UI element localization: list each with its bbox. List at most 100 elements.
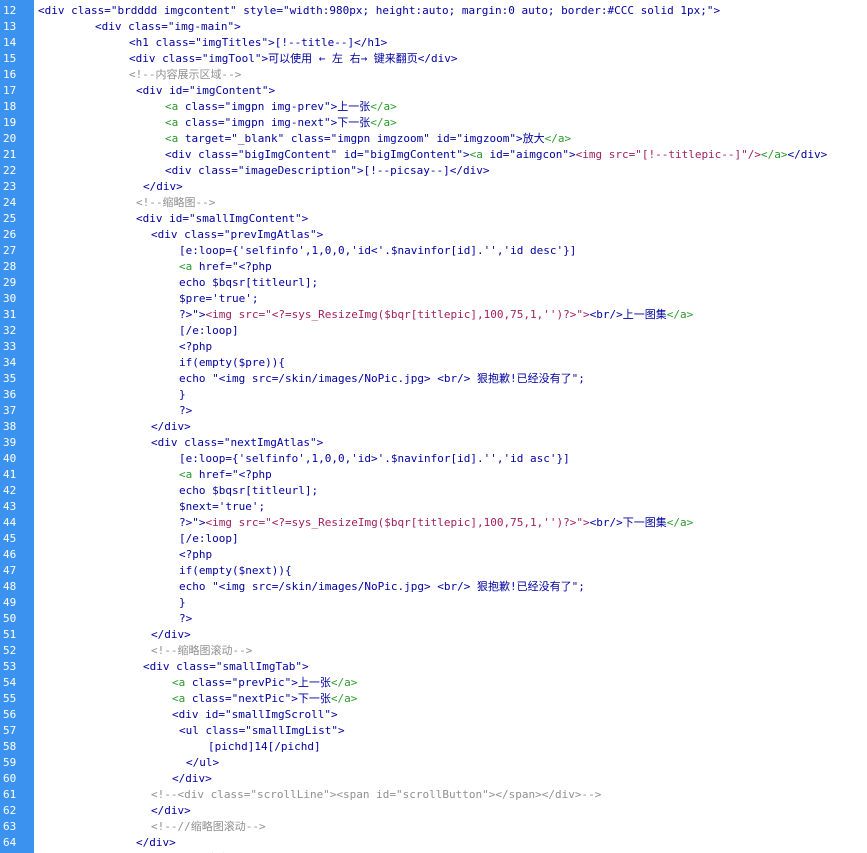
code-line[interactable]: 58 [pichd]14[/pichd] (0, 739, 867, 755)
code-line[interactable]: 13 <div class="img-main"> (0, 19, 867, 35)
code-line[interactable]: 24 <!--缩略图--> (0, 195, 867, 211)
code-line[interactable]: 62 </div> (0, 803, 867, 819)
code-line[interactable]: 53 <div class="smallImgTab"> (0, 659, 867, 675)
line-number: 60 (3, 772, 17, 785)
code-line[interactable]: 34 if(empty($pre)){ (0, 355, 867, 371)
line-text: <div class="img-main"> (95, 19, 241, 35)
code-token: <div class="img-main"> (95, 20, 241, 33)
code-line[interactable]: 27 [e:loop={'selfinfo',1,0,0,'id<'.$navin… (0, 243, 867, 259)
line-number: 30 (3, 292, 17, 305)
line-number: 44 (3, 516, 17, 529)
code-token: $next='true'; (179, 500, 266, 513)
line-text: <div id="smallImgScroll"> (172, 707, 338, 723)
line-text: <div id="smallImgContent"> (136, 211, 308, 227)
code-line[interactable]: 33 <?php (0, 339, 867, 355)
code-line[interactable]: 61 <!--<div class="scrollLine"><span id="… (0, 787, 867, 803)
code-token: <br/> (589, 308, 623, 321)
code-token: <img src="<?=sys_ResizeImg($bqr[titlepic… (205, 308, 590, 321)
code-line[interactable]: 31 ?>"><img src="<?=sys_ResizeImg($bqr[ti… (0, 307, 867, 323)
line-text: ?>"><img src="<?=sys_ResizeImg($bqr[titl… (179, 307, 693, 323)
code-line[interactable]: 38 </div> (0, 419, 867, 435)
code-line[interactable]: 36} (0, 387, 867, 403)
code-line[interactable]: 40 [e:loop={'selfinfo',1,0,0,'id>'.$navin… (0, 451, 867, 467)
code-line[interactable]: 51 </div> (0, 627, 867, 643)
code-token: echo "<img src=/skin/images/NoPic.jpg> <… (179, 580, 585, 593)
code-line[interactable]: 39 <div class="nextImgAtlas"> (0, 435, 867, 451)
line-text: echo $bqsr[titleurl]; (179, 275, 318, 291)
line-text: <a class="imgpn img-prev">上一张</a> (165, 99, 397, 115)
code-line[interactable]: 49} (0, 595, 867, 611)
code-line[interactable]: 18 <a class="imgpn img-prev">上一张</a> (0, 99, 867, 115)
code-token: </div> (143, 180, 183, 193)
code-line[interactable]: 17 <div id="imgContent"> (0, 83, 867, 99)
code-line[interactable]: 32 [/e:loop] (0, 323, 867, 339)
code-line[interactable]: 26 <div class="prevImgAtlas"> (0, 227, 867, 243)
code-token: <a (179, 468, 199, 481)
code-editor[interactable]: 12 <div class="brdddd imgcontent" style="… (0, 0, 867, 853)
code-line[interactable]: 63 <!--//缩略图滚动--> (0, 819, 867, 835)
code-line[interactable]: 37 ?> (0, 403, 867, 419)
line-text: [/e:loop] (179, 531, 239, 547)
code-line[interactable]: 12 <div class="brdddd imgcontent" style="… (0, 3, 867, 19)
code-line[interactable]: 41 <a href="<?php (0, 467, 867, 483)
code-line[interactable]: 20 <a target="_blank" class="imgpn imgzoo… (0, 131, 867, 147)
line-text: [/e:loop] (179, 323, 239, 339)
code-token: <a (469, 148, 490, 161)
code-line[interactable]: 55 <a class="nextPic">下一张</a> (0, 691, 867, 707)
code-line[interactable]: 60 </div> (0, 771, 867, 787)
code-line[interactable]: 29 echo $bqsr[titleurl]; (0, 275, 867, 291)
code-line[interactable]: 48 echo "<img src=/skin/images/NoPic.jpg>… (0, 579, 867, 595)
code-line[interactable]: 35 echo "<img src=/skin/images/NoPic.jpg>… (0, 371, 867, 387)
line-number: 20 (3, 132, 17, 145)
code-line[interactable]: 43 $next='true'; (0, 499, 867, 515)
line-number: 63 (3, 820, 17, 833)
code-line[interactable]: 64 </div> (0, 835, 867, 851)
code-token: <img src="<?=sys_ResizeImg($bqr[titlepic… (205, 516, 590, 529)
code-line[interactable]: 15 <div class="imgTool">可以使用 ← 左 右→ 键来翻页<… (0, 51, 867, 67)
code-token: <div class="nextImgAtlas"> (151, 436, 324, 449)
line-text: } (179, 595, 186, 611)
code-line[interactable]: 30 $pre='true'; (0, 291, 867, 307)
code-line[interactable]: 22 <div class="imageDescription">[!--pics… (0, 163, 867, 179)
code-token: </div> (172, 772, 212, 785)
line-text: </ul> (186, 755, 219, 771)
code-token: } (179, 388, 186, 401)
line-number: 56 (3, 708, 17, 721)
code-token: 上一张 (297, 676, 331, 689)
line-number: 17 (3, 84, 17, 97)
code-token: <div id="smallImgContent"> (136, 212, 309, 225)
line-number: 29 (3, 276, 17, 289)
code-line[interactable]: 44 ?>"><img src="<?=sys_ResizeImg($bqr[ti… (0, 515, 867, 531)
line-text: $pre='true'; (179, 291, 258, 307)
code-line[interactable]: 50 ?> (0, 611, 867, 627)
line-number: 25 (3, 212, 17, 225)
code-line[interactable]: 46 <?php (0, 547, 867, 563)
code-line[interactable]: 21 <div class="bigImgContent" id="bigImgC… (0, 147, 867, 163)
code-token: class="imgpn img-prev"> (184, 100, 338, 113)
code-line[interactable]: 14 <h1 class="imgTitles">[!--title--]</h1… (0, 35, 867, 51)
code-line[interactable]: 19 <a class="imgpn img-next">下一张</a> (0, 115, 867, 131)
code-area[interactable]: 12 <div class="brdddd imgcontent" style="… (0, 3, 867, 853)
code-line[interactable]: 45 [/e:loop] (0, 531, 867, 547)
code-line[interactable]: 59 </ul> (0, 755, 867, 771)
code-line[interactable]: 25 <div id="smallImgContent"> (0, 211, 867, 227)
code-line[interactable]: 54 <a class="prevPic">上一张</a> (0, 675, 867, 691)
code-line[interactable]: 16 <!--内容展示区域--> (0, 67, 867, 83)
code-line[interactable]: 42 echo $bqsr[titleurl]; (0, 483, 867, 499)
line-number: 49 (3, 596, 17, 609)
code-token: class="imgpn img-next"> (184, 116, 338, 129)
line-text: </div> (172, 771, 212, 787)
code-line[interactable]: 23 </div> (0, 179, 867, 195)
line-text: </div> (143, 179, 183, 195)
code-line[interactable]: 28 <a href="<?php (0, 259, 867, 275)
code-line[interactable]: 56 <div id="smallImgScroll"> (0, 707, 867, 723)
code-line[interactable]: 57 <ul class="smallImgList"> (0, 723, 867, 739)
code-line[interactable]: 47 if(empty($next)){ (0, 563, 867, 579)
code-token: <?php (179, 548, 213, 561)
line-number: 58 (3, 740, 17, 753)
line-number: 15 (3, 52, 17, 65)
code-token: <a (165, 100, 185, 113)
code-line[interactable]: 52 <!--缩略图滚动--> (0, 643, 867, 659)
line-number: 43 (3, 500, 17, 513)
code-token: </a> (330, 676, 358, 689)
